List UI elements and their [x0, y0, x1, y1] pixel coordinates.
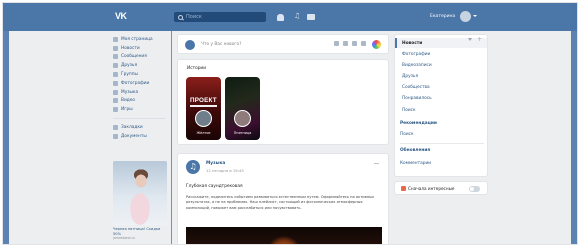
username[interactable]: Екатерина	[430, 14, 455, 19]
story-avatar	[234, 110, 251, 127]
photos-icon	[113, 80, 118, 86]
filter-item[interactable]: Друзья	[402, 74, 418, 79]
fire-icon	[401, 186, 406, 191]
sidebar-item-label: Сообщения	[121, 54, 147, 60]
interesting-first-toggle[interactable]: Сначала интересные	[394, 181, 488, 195]
composer-tools	[334, 41, 366, 46]
ad-url: jamesbond.ru	[113, 236, 135, 240]
video-icon[interactable]	[307, 14, 315, 20]
sidebar-item-video[interactable]: Видео	[113, 97, 169, 106]
sidebar-item-label: Новости	[121, 45, 140, 51]
filter-item[interactable]: Поиск	[400, 132, 414, 137]
sidebar-item-label: Документы	[121, 133, 147, 139]
documents-icon	[113, 133, 118, 139]
toggle-label: Сначала интересные	[408, 186, 455, 192]
ad-image[interactable]	[113, 161, 167, 225]
filter-item[interactable]: Комментарии	[400, 161, 431, 166]
story-item[interactable]: ПРОЕКТ Жёлтое	[186, 77, 221, 140]
messages-icon	[113, 54, 118, 60]
post-title: Глубокая саундтрековая	[186, 184, 243, 189]
search-placeholder: Поиск	[186, 14, 202, 20]
filter-item[interactable]: Сообщества	[402, 85, 430, 90]
camera-icon[interactable]	[334, 41, 339, 46]
column-divider	[171, 31, 172, 244]
color-wheel-icon[interactable]	[372, 40, 381, 49]
sidebar-item-news[interactable]: Новости	[113, 44, 169, 53]
groups-icon	[113, 72, 118, 78]
filter-news-active[interactable]: Новости	[395, 38, 487, 48]
post-author[interactable]: Музыка	[206, 161, 225, 166]
sidebar-item-photos[interactable]: Фотографии	[113, 79, 169, 88]
story-poster-text: ПРОЕКТ	[190, 97, 217, 104]
post-composer[interactable]: Что у Вас нового?	[177, 34, 389, 54]
video-icon[interactable]	[343, 41, 348, 46]
sidebar-item-bookmarks[interactable]: Закладки	[113, 123, 169, 132]
feed-post: ♫ Музыка 12 сегодня в 19:45 Глубокая сау…	[177, 153, 389, 244]
toggle-switch[interactable]	[469, 186, 480, 192]
stories-card: Истории ПРОЕКТ Жёлтое Ппятница	[177, 59, 389, 145]
filter-item[interactable]: Фотографии	[402, 52, 430, 57]
story-name: Ппятница	[233, 131, 252, 135]
sidebar-item-friends[interactable]: Друзья	[113, 61, 169, 70]
filter-icon[interactable]	[468, 38, 472, 42]
sidebar-item-label: Видео	[121, 98, 135, 104]
sidebar-item-games[interactable]: Игры	[113, 105, 169, 114]
filter-divider	[400, 143, 484, 144]
post-timestamp[interactable]: 12 сегодня в 19:45	[206, 168, 244, 173]
story-item[interactable]: Ппятница	[225, 77, 260, 140]
feed-filter-panel: Новости + Фотографии Видеозаписи Друзья …	[394, 34, 488, 177]
music-note-icon[interactable]: ♫	[186, 160, 200, 174]
sidebar-item-messages[interactable]: Сообщения	[113, 53, 169, 62]
music-note-icon[interactable]: ♫	[294, 12, 301, 20]
filter-item[interactable]: Видеозаписи	[402, 63, 432, 68]
friends-icon	[113, 63, 118, 69]
vk-logo[interactable]: VK	[115, 11, 133, 22]
post-image[interactable]	[186, 227, 382, 244]
story-avatar	[195, 110, 212, 127]
story-name: Жёлтое	[196, 131, 211, 135]
sidebar-item-label: Музыка	[121, 89, 139, 95]
sidebar-item-label: Друзья	[121, 63, 138, 69]
chevron-down-icon[interactable]	[374, 161, 379, 164]
sidebar-item-my-page[interactable]: Моя страница	[113, 35, 169, 44]
sidebar-divider	[113, 118, 165, 120]
filter-header-label: Новости	[402, 40, 423, 46]
video-icon	[113, 98, 118, 104]
sidebar-item-label: Группы	[121, 72, 138, 78]
left-sidebar: Моя страница Новости Сообщения Друзья Гр…	[113, 35, 169, 141]
avatar	[185, 40, 195, 50]
composer-placeholder[interactable]: Что у Вас нового?	[201, 42, 241, 47]
bell-icon[interactable]	[277, 14, 284, 21]
sidebar-item-label: Игры	[121, 107, 133, 113]
music-icon	[113, 89, 118, 95]
sidebar-item-music[interactable]: Музыка	[113, 88, 169, 97]
story-poster-bar	[190, 105, 217, 107]
music-icon[interactable]	[352, 41, 357, 46]
article-icon[interactable]	[361, 41, 366, 46]
filter-section-updates[interactable]: Обновления	[400, 148, 430, 153]
ad-title[interactable]: Черная пятница! Скидки 50%	[113, 227, 167, 236]
chevron-down-icon[interactable]	[473, 15, 477, 17]
sidebar-item-groups[interactable]: Группы	[113, 70, 169, 79]
star-icon	[113, 125, 118, 131]
filter-item[interactable]: Поиск	[402, 108, 416, 113]
filter-item[interactable]: Понравилось	[402, 96, 432, 101]
sidebar-item-label: Фотографии	[121, 80, 150, 86]
stories-heading: Истории	[187, 66, 207, 71]
top-bar: VK Поиск ♫ Екатерина	[3, 3, 577, 31]
search-icon	[178, 14, 183, 20]
plus-icon[interactable]: +	[477, 36, 482, 43]
app-window: VK Поиск ♫ Екатерина Моя страница Новост…	[2, 2, 578, 245]
games-icon	[113, 107, 118, 113]
avatar[interactable]	[460, 11, 471, 22]
post-text: Расскажите, поделитесь событием развиват…	[186, 195, 375, 210]
sidebar-item-documents[interactable]: Документы	[113, 132, 169, 141]
sidebar-item-label: Моя страница	[121, 36, 153, 42]
sidebar-item-label: Закладки	[121, 125, 143, 131]
news-icon	[113, 45, 118, 51]
filter-section-recommendations[interactable]: Рекомендации	[400, 121, 437, 126]
sidebar-ad[interactable]: Черная пятница! Скидки 50% jamesbond.ru	[113, 161, 167, 240]
home-icon	[113, 36, 118, 42]
search-input[interactable]: Поиск	[174, 12, 266, 22]
